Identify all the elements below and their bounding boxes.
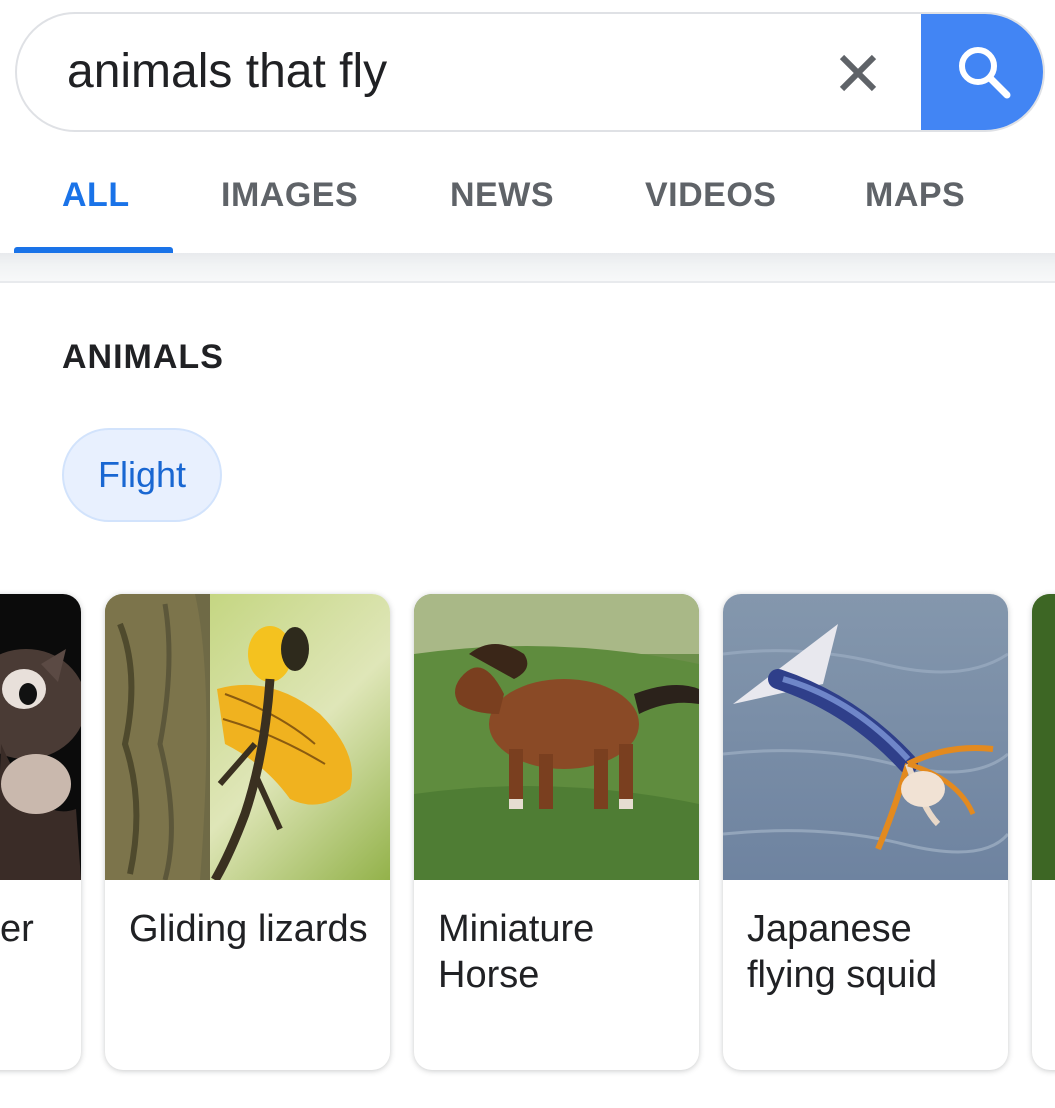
search-icon <box>959 47 1011 99</box>
tab-maps[interactable]: MAPS <box>865 176 965 215</box>
card-label: Miniature Horse <box>438 908 595 996</box>
sugar-glider-image <box>0 594 81 880</box>
card-label: Gliding lizards <box>129 908 368 950</box>
search-tabs: ALL IMAGES NEWS VIDEOS MAPS <box>0 150 1055 254</box>
search-input[interactable]: animals that fly <box>67 44 387 99</box>
tab-videos[interactable]: VIDEOS <box>645 176 776 215</box>
card-divider <box>0 281 1055 283</box>
animal-card-gliding-lizards[interactable]: Gliding lizards <box>105 594 390 1070</box>
tabs-divider <box>0 253 1055 283</box>
card-label: Japanese flying squid <box>747 908 938 996</box>
search-bar[interactable]: animals that fly <box>15 12 1045 132</box>
animal-carousel[interactable]: er Gliding lizards Miniature Horse Japan… <box>0 594 1055 1084</box>
animal-card-next[interactable] <box>1032 594 1055 1070</box>
animal-card-miniature-horse[interactable]: Miniature Horse <box>414 594 699 1070</box>
miniature-horse-image <box>414 594 699 880</box>
animal-card-sugar-glider[interactable]: er <box>0 594 81 1070</box>
section-title: ANIMALS <box>62 338 224 376</box>
tab-images[interactable]: IMAGES <box>221 176 358 215</box>
search-button[interactable] <box>921 14 1043 130</box>
close-icon <box>839 54 877 92</box>
card-label: er <box>0 908 34 950</box>
animal-card-japanese-flying-squid[interactable]: Japanese flying squid <box>723 594 1008 1070</box>
tab-all[interactable]: ALL <box>62 176 130 215</box>
flying-squid-image <box>723 594 1008 880</box>
clear-button[interactable] <box>827 42 889 104</box>
search-results-page: animals that fly ALL IMAGES NEWS VIDEOS … <box>0 0 1055 1108</box>
next-animal-image <box>1032 594 1055 880</box>
tab-news[interactable]: NEWS <box>450 176 554 215</box>
filter-chip-flight[interactable]: Flight <box>62 428 222 522</box>
gliding-lizard-image <box>105 594 390 880</box>
